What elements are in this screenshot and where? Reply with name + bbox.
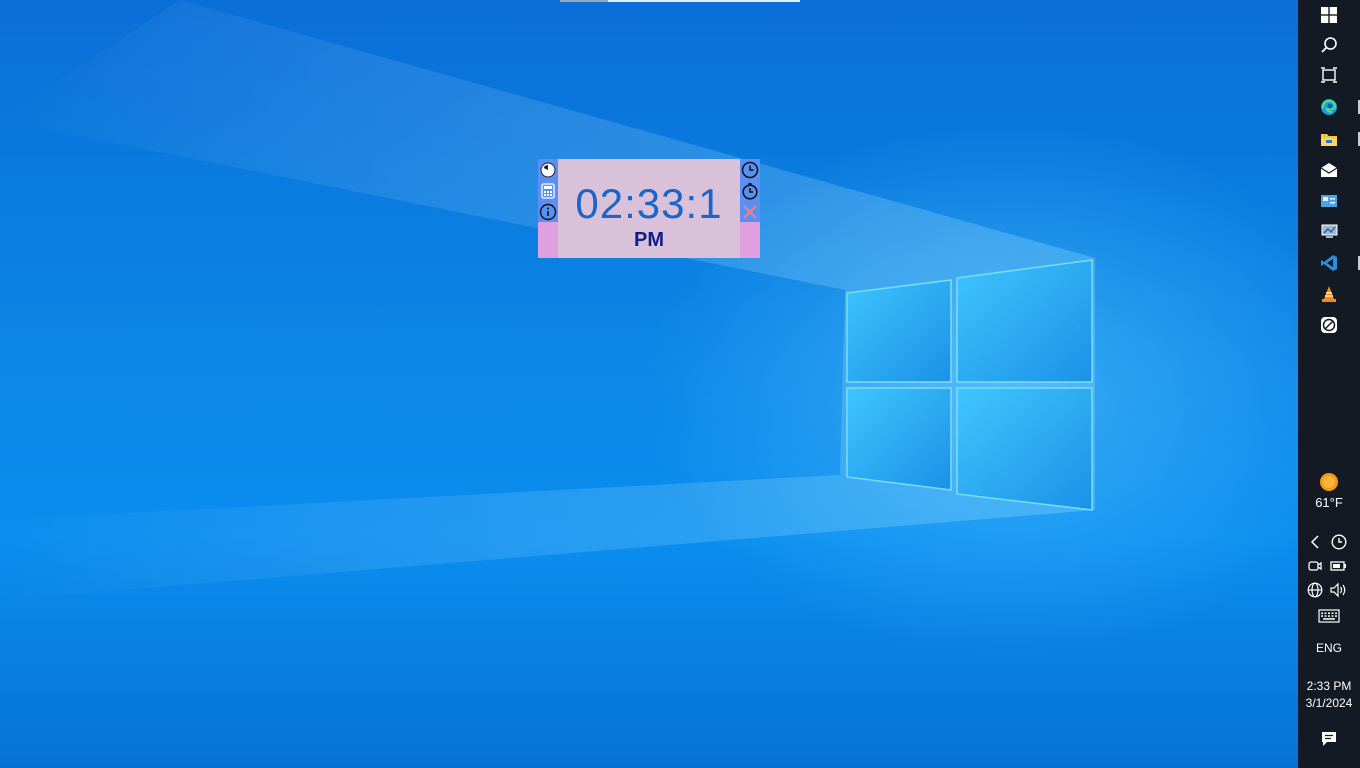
clock-ampm: PM — [634, 229, 664, 251]
remote-desktop-icon[interactable] — [1314, 218, 1344, 246]
taskbar-clock-time[interactable]: 2:33 PM — [1298, 678, 1360, 695]
clock-icon[interactable] — [1329, 532, 1349, 552]
desktop — [0, 0, 1298, 768]
app-icon[interactable] — [1314, 311, 1344, 339]
battery-icon[interactable] — [1329, 556, 1349, 576]
meet-now-icon[interactable] — [1305, 556, 1325, 576]
volume-icon[interactable] — [1329, 580, 1349, 600]
taskbar-clock-date[interactable]: 3/1/2024 — [1298, 695, 1360, 712]
info-icon[interactable] — [538, 201, 558, 222]
keyboard-icon[interactable] — [1317, 606, 1341, 626]
vscode-icon[interactable] — [1314, 249, 1344, 277]
control-panel-icon[interactable] — [1314, 187, 1344, 215]
widget-right-toolbar — [740, 159, 760, 258]
task-view-icon[interactable] — [1314, 61, 1344, 89]
network-icon[interactable] — [1305, 580, 1325, 600]
windows-wallpaper — [0, 0, 1095, 600]
stopwatch-icon[interactable] — [740, 180, 760, 201]
mail-icon[interactable] — [1314, 156, 1344, 184]
clock-widget[interactable]: 02:33:1 PM — [538, 159, 760, 258]
clock-time: 02:33:1 — [575, 180, 723, 227]
search-icon[interactable] — [1314, 31, 1344, 59]
weather-temperature[interactable]: 61°F — [1298, 495, 1360, 510]
taskbar: 61°F ENG 2:33 PM 3/1/2024 — [1298, 0, 1360, 768]
language-indicator[interactable]: ENG — [1298, 640, 1360, 657]
notification-icon[interactable] — [1314, 725, 1344, 753]
timer-icon[interactable] — [538, 159, 558, 180]
vlc-icon[interactable] — [1314, 280, 1344, 308]
edge-icon[interactable] — [1314, 93, 1344, 121]
window-edge-strip — [560, 0, 800, 2]
close-icon[interactable] — [740, 201, 760, 222]
widget-left-toolbar — [538, 159, 558, 258]
calculator-icon[interactable] — [538, 180, 558, 201]
sun-icon[interactable] — [1314, 468, 1344, 496]
windows-start-icon[interactable] — [1314, 1, 1344, 29]
clock-icon[interactable] — [740, 159, 760, 180]
chevron-left-icon[interactable] — [1305, 532, 1325, 552]
file-explorer-icon[interactable] — [1314, 125, 1344, 153]
